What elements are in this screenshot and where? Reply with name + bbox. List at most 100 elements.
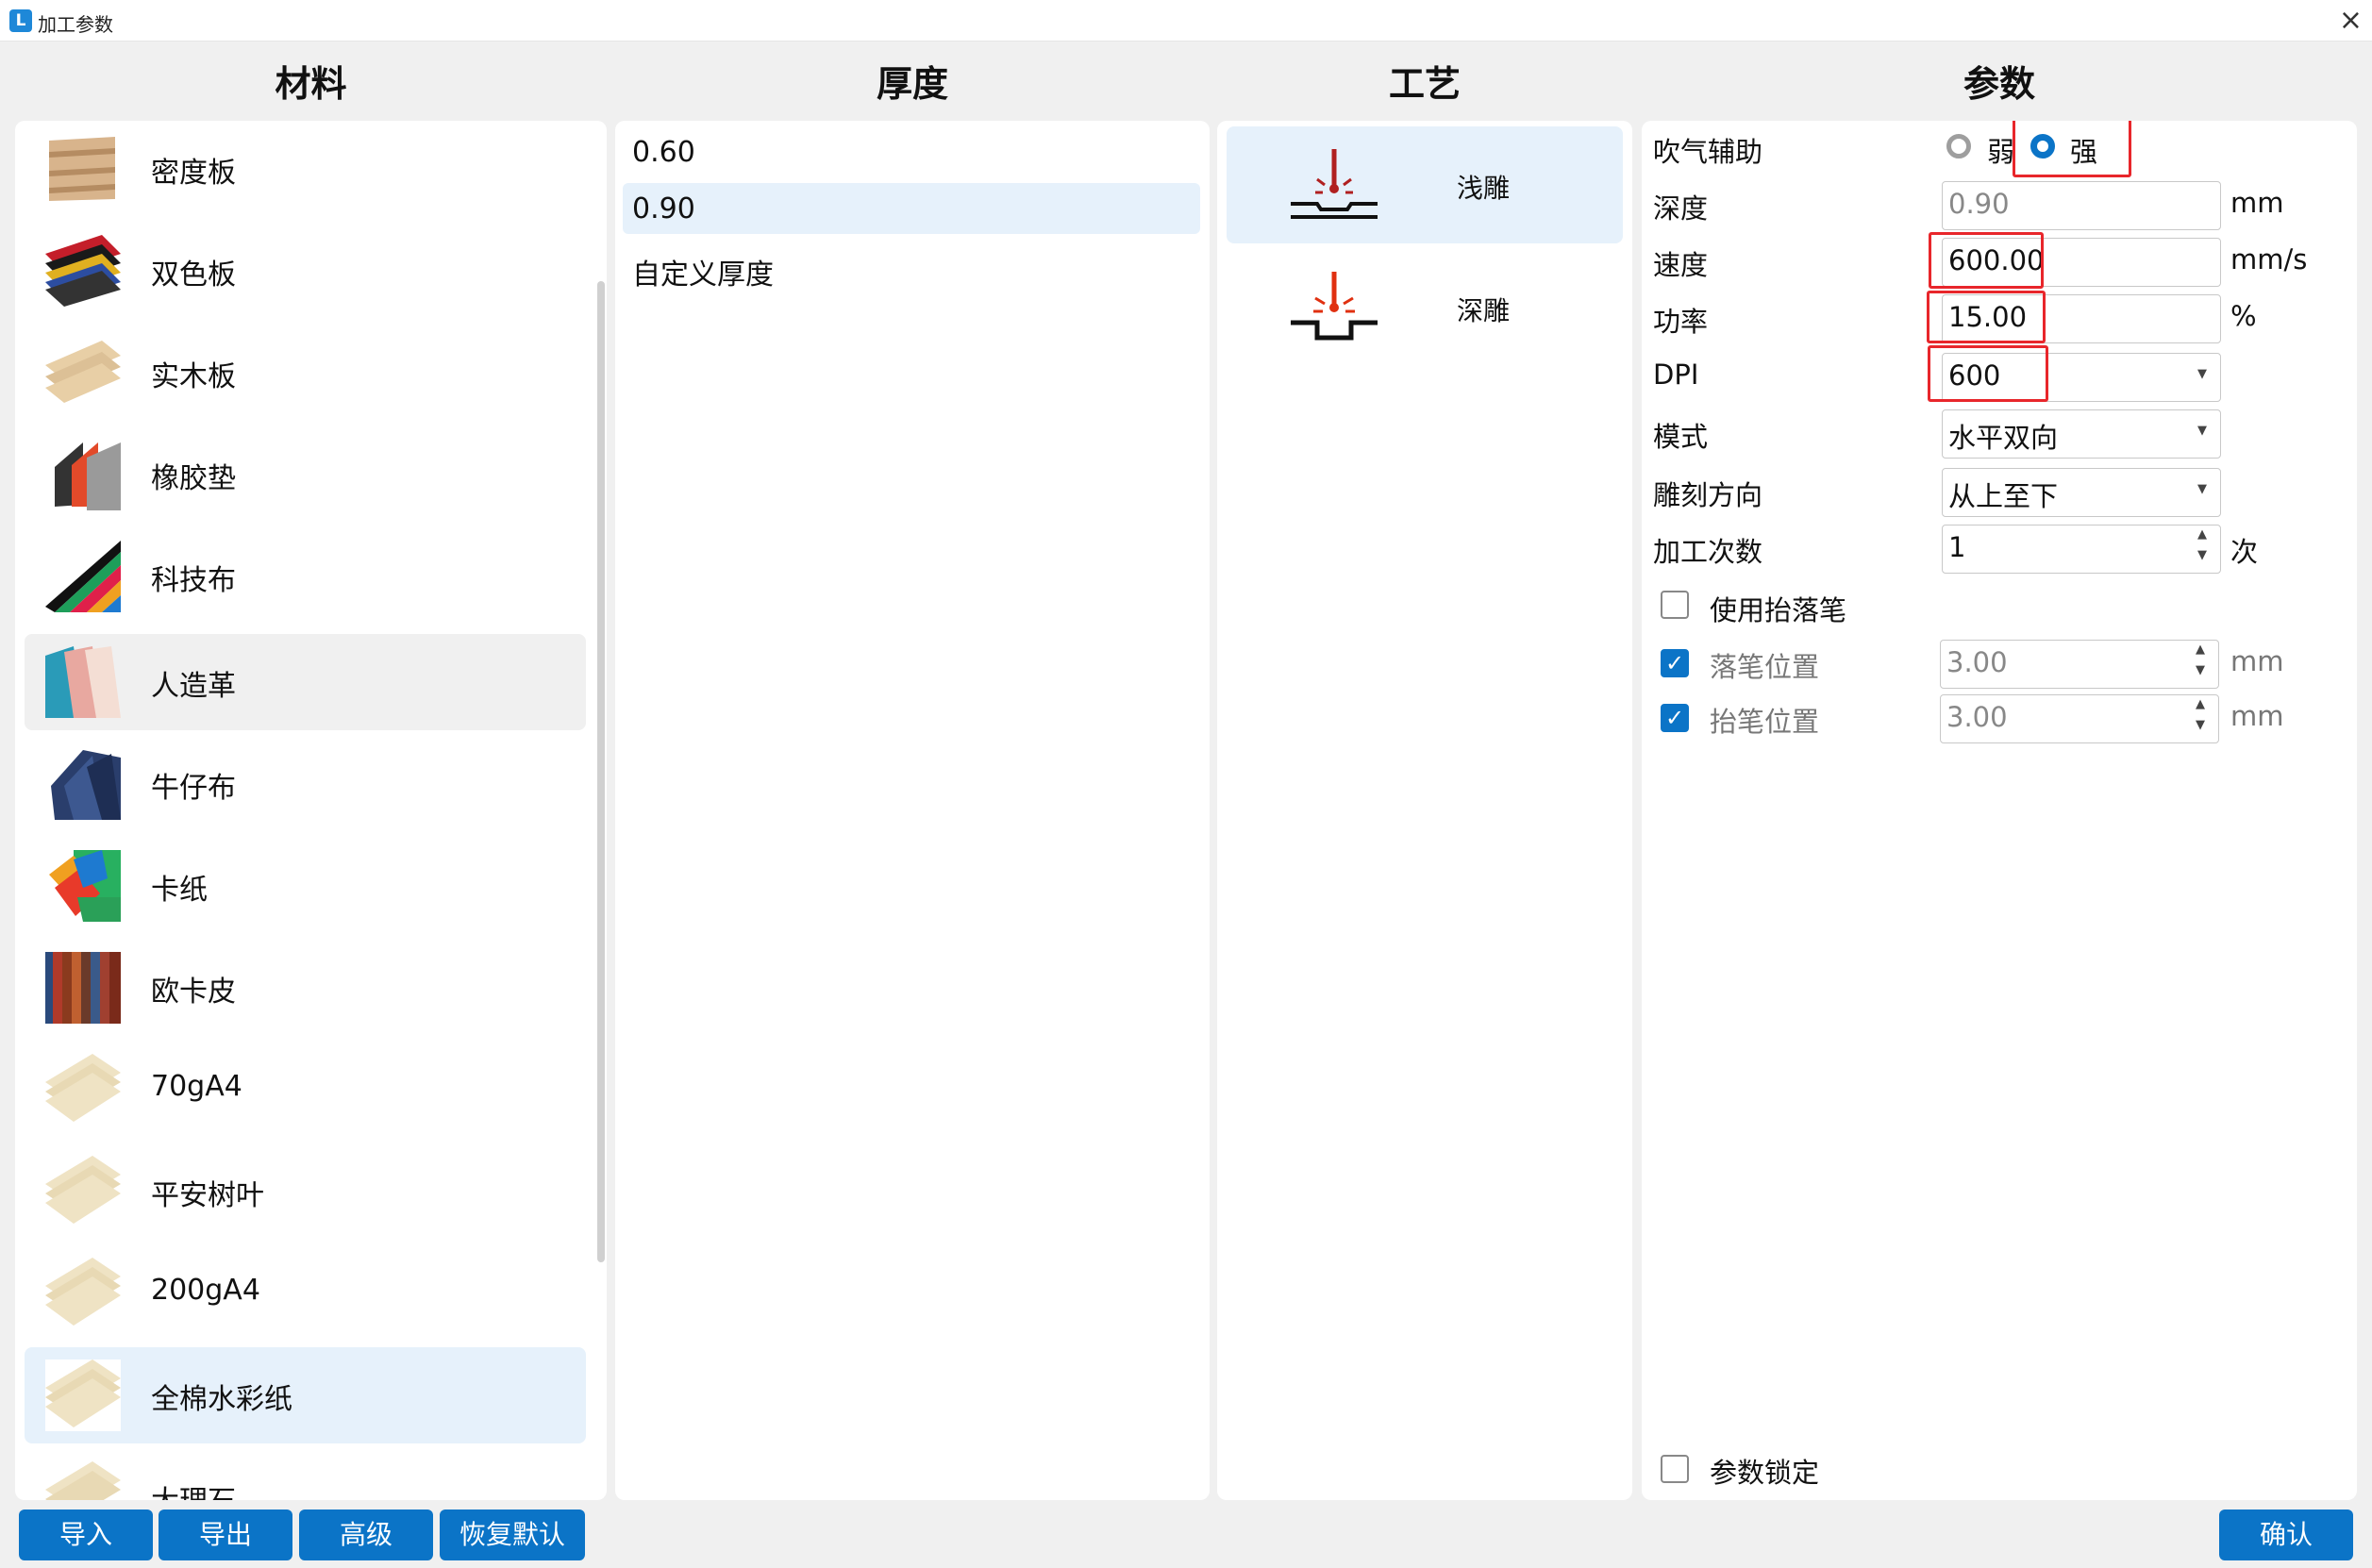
thickness-item[interactable]: 0.90	[623, 183, 1200, 234]
material-label: 70gA4	[151, 1070, 242, 1103]
paper-thumb	[45, 1258, 121, 1329]
pen-down-spinbox[interactable]: 3.00 ▲ ▼	[1940, 640, 2219, 689]
param-lock-label: 参数锁定	[1710, 1457, 1820, 1489]
window-title: 加工参数	[38, 13, 113, 36]
power-unit: %	[2230, 300, 2257, 332]
spin-up-icon[interactable]: ▲	[2197, 527, 2207, 542]
tech-cloth-thumb	[45, 541, 121, 612]
process-list: 浅雕 深雕	[1217, 121, 1632, 1500]
passes-spinbox[interactable]: 1 ▲ ▼	[1942, 525, 2221, 574]
material-list: 密度板 双色板 实木板 橡胶垫 科技布 人造革 牛仔布 卡纸 欧卡皮 70gA4…	[15, 121, 607, 1500]
param-lock-checkbox[interactable]	[1661, 1455, 1689, 1483]
material-item-leatherette[interactable]: 人造革	[25, 634, 586, 730]
mdf-board-thumb	[45, 133, 121, 205]
pen-down-checkbox[interactable]: ✓	[1661, 649, 1689, 677]
material-item-rubber[interactable]: 橡胶垫	[25, 426, 586, 523]
speed-label: 速度	[1653, 249, 1709, 281]
header-material: 材料	[275, 63, 347, 105]
thickness-label: 0.60	[632, 136, 695, 169]
depth-label: 深度	[1653, 192, 1709, 225]
chevron-down-icon: ▼	[2197, 367, 2207, 381]
pen-down-label: 落笔位置	[1710, 651, 1820, 683]
confirm-button[interactable]: 确认	[2219, 1510, 2353, 1560]
thickness-list: 0.60 0.90 自定义厚度	[615, 121, 1210, 1500]
paper-thumb	[45, 1359, 121, 1431]
paper-thumb	[45, 1156, 121, 1227]
thickness-label: 0.90	[632, 192, 695, 225]
chevron-down-icon: ▼	[2197, 424, 2207, 438]
depth-input[interactable]: 0.90	[1942, 181, 2221, 230]
title-bar: L 加工参数 ×	[0, 0, 2372, 42]
process-label: 浅雕	[1457, 173, 1511, 204]
direction-label: 雕刻方向	[1653, 479, 1763, 511]
rubber-pad-thumb	[45, 439, 121, 510]
use-pen-label: 使用抬落笔	[1710, 594, 1847, 626]
header-params: 参数	[1963, 63, 2035, 105]
mode-label: 模式	[1653, 421, 1709, 453]
material-item-200ga4[interactable]: 200gA4	[25, 1245, 586, 1342]
mode-value: 水平双向	[1948, 422, 2059, 454]
mode-select[interactable]: 水平双向 ▼	[1942, 409, 2221, 459]
air-assist-weak-radio[interactable]	[1946, 134, 1971, 158]
spin-up-icon[interactable]: ▲	[2196, 697, 2205, 711]
import-button[interactable]: 导入	[19, 1510, 153, 1560]
material-item-marble[interactable]: 大理石	[25, 1449, 586, 1500]
material-item-mdf[interactable]: 密度板	[25, 121, 586, 217]
shallow-engrave-icon	[1291, 149, 1378, 219]
pen-up-label: 抬笔位置	[1710, 706, 1820, 738]
reset-default-button[interactable]: 恢复默认	[440, 1510, 585, 1560]
material-item-oka-leather[interactable]: 欧卡皮	[25, 940, 586, 1036]
material-item-tech-cloth[interactable]: 科技布	[25, 528, 586, 625]
oka-leather-thumb	[45, 952, 121, 1024]
passes-value: 1	[1948, 531, 1966, 563]
material-label: 橡胶垫	[151, 462, 236, 495]
passes-unit: 次	[2230, 536, 2259, 568]
speed-unit: mm/s	[2230, 243, 2308, 275]
passes-label: 加工次数	[1653, 536, 1763, 568]
material-label: 人造革	[151, 670, 236, 703]
chevron-down-icon: ▼	[2197, 482, 2207, 496]
two-color-board-thumb	[45, 235, 121, 307]
pen-up-value: 3.00	[1946, 701, 2008, 733]
material-item-two-color[interactable]: 双色板	[25, 223, 586, 319]
pen-up-spinbox[interactable]: 3.00 ▲ ▼	[1940, 694, 2219, 743]
highlight-box	[1927, 291, 2046, 343]
thickness-item-custom[interactable]: 自定义厚度	[623, 242, 1200, 292]
spin-down-icon[interactable]: ▼	[2197, 548, 2207, 562]
material-label: 牛仔布	[151, 772, 236, 805]
pen-up-checkbox[interactable]: ✓	[1661, 704, 1689, 732]
process-item-shallow[interactable]: 浅雕	[1227, 126, 1623, 243]
material-label: 科技布	[151, 564, 236, 597]
paper-thumb	[45, 1461, 121, 1500]
pen-up-unit: mm	[2230, 700, 2284, 732]
material-label: 全棉水彩纸	[151, 1383, 292, 1416]
direction-select[interactable]: 从上至下 ▼	[1942, 468, 2221, 517]
spin-up-icon[interactable]: ▲	[2196, 642, 2205, 657]
material-label: 卡纸	[151, 874, 208, 907]
leatherette-thumb	[45, 646, 121, 718]
air-assist-label: 吹气辅助	[1653, 136, 1763, 168]
material-label: 双色板	[151, 259, 236, 292]
header-process: 工艺	[1388, 63, 1461, 105]
material-label: 平安树叶	[151, 1179, 264, 1212]
material-item-70ga4[interactable]: 70gA4	[25, 1042, 586, 1138]
close-icon[interactable]: ×	[2339, 4, 2363, 38]
advanced-button[interactable]: 高级	[299, 1510, 433, 1560]
export-button[interactable]: 导出	[159, 1510, 292, 1560]
material-item-solid-wood[interactable]: 实木板	[25, 325, 586, 421]
thickness-item[interactable]: 0.60	[623, 126, 1200, 177]
app-icon: L	[9, 9, 32, 32]
use-pen-checkbox[interactable]	[1661, 591, 1689, 619]
denim-thumb	[45, 748, 121, 820]
process-item-deep[interactable]: 深雕	[1227, 249, 1623, 366]
spin-down-icon[interactable]: ▼	[2196, 663, 2205, 677]
material-item-watercolor[interactable]: 全棉水彩纸	[25, 1347, 586, 1443]
material-scrollbar[interactable]	[597, 281, 605, 1262]
material-item-leaf[interactable]: 平安树叶	[25, 1143, 586, 1240]
material-item-cardboard[interactable]: 卡纸	[25, 838, 586, 934]
power-label: 功率	[1653, 306, 1709, 338]
header-thickness: 厚度	[876, 63, 948, 105]
dpi-label: DPI	[1653, 359, 1699, 391]
material-item-denim[interactable]: 牛仔布	[25, 736, 586, 832]
spin-down-icon[interactable]: ▼	[2196, 718, 2205, 732]
